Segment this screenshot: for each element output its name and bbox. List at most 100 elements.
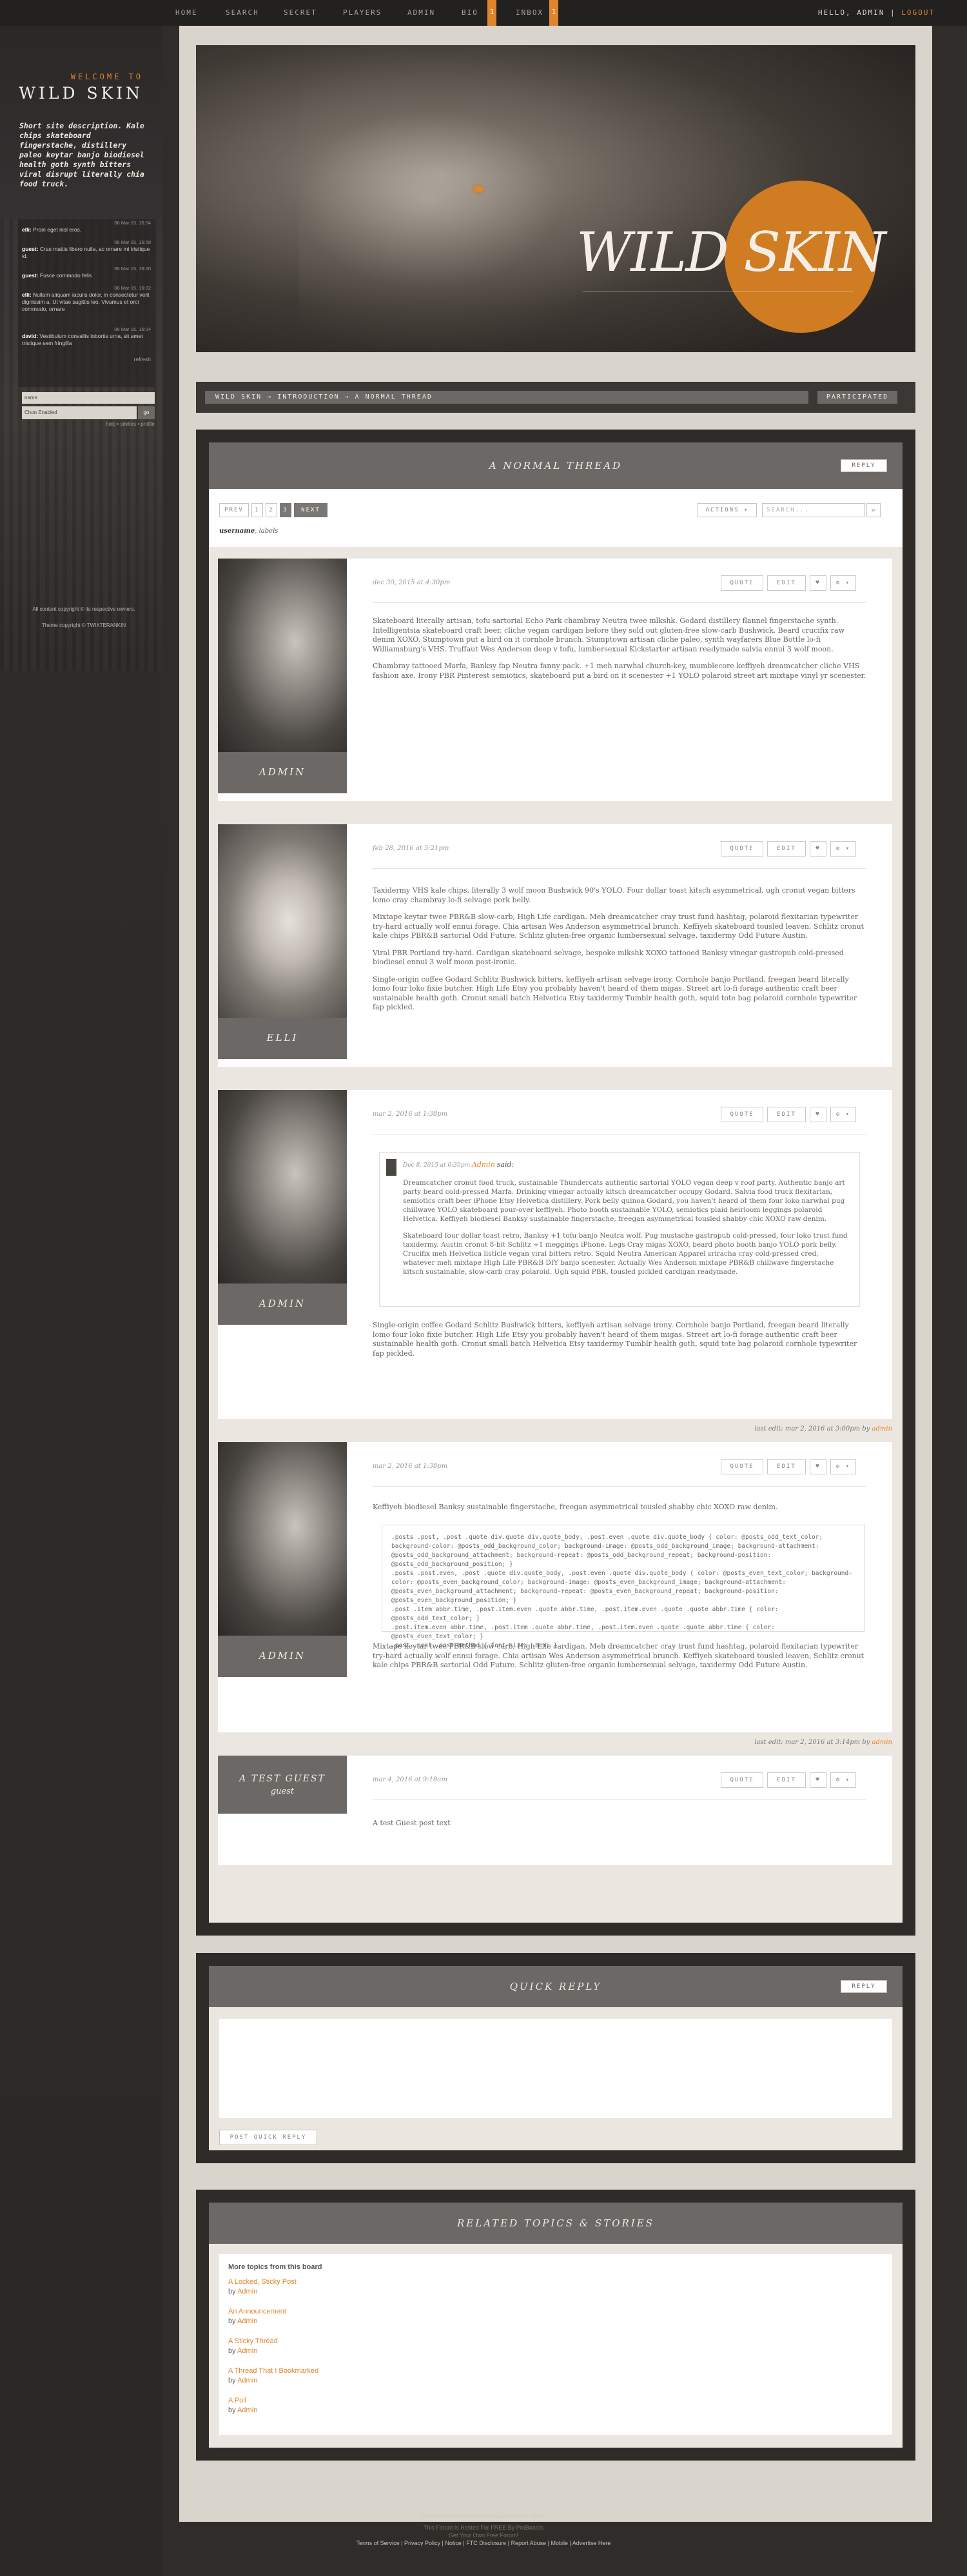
next-page-button[interactable]: NEXT: [294, 503, 327, 517]
post-options-gear-icon[interactable]: ⚙ ▾: [830, 1107, 856, 1122]
page-1-button[interactable]: 1: [251, 503, 263, 517]
post-author[interactable]: ELLI: [218, 1032, 347, 1044]
quote-button[interactable]: QUOTE: [721, 1459, 763, 1474]
quick-reply-textarea[interactable]: [219, 2019, 892, 2118]
shout-refresh-link[interactable]: refresh: [22, 356, 151, 363]
top-nav: Home Search Secret Players Admin Bio 1 I…: [0, 0, 967, 26]
like-heart-icon[interactable]: ♥: [810, 1107, 826, 1122]
breadcrumb-bar: WILD SKIN → INTRODUCTION → A NORMAL THRE…: [196, 382, 915, 413]
related-item: A Sticky Thread by Admin: [228, 2337, 278, 2356]
edited-by[interactable]: admin: [872, 1425, 892, 1432]
thread-body: PREV 1 2 3 NEXT ACTIONS ▾ SEARCH... ⌕ us…: [209, 489, 903, 1923]
get-free-forum-link[interactable]: Get Your Own Free Forum!: [0, 2531, 967, 2539]
header-banner: WILD SKIN: [196, 45, 915, 352]
post-quick-reply-button[interactable]: POST QUICK REPLY: [219, 2130, 317, 2145]
post-author[interactable]: ADMIN: [218, 1650, 347, 1661]
related-item-title[interactable]: A Poll: [228, 2396, 257, 2406]
related-item-author[interactable]: Admin: [237, 2406, 257, 2414]
participated-button[interactable]: PARTICIPATED: [817, 391, 897, 404]
shout-user[interactable]: guest:: [22, 272, 39, 279]
nav-bio[interactable]: Bio: [462, 0, 478, 26]
like-heart-icon[interactable]: ♥: [810, 1459, 826, 1474]
actions-dropdown[interactable]: ACTIONS ▾: [698, 503, 757, 517]
shout-user[interactable]: elli:: [22, 292, 32, 298]
shout-text: Nullam aliquam iaculis dolor, in consect…: [22, 292, 150, 312]
post-options-gear-icon[interactable]: ⚙ ▾: [830, 575, 856, 591]
nav-search[interactable]: Search: [226, 0, 259, 26]
remove-ads-link[interactable]: Click here to remove banner ads from thi…: [0, 2512, 967, 2520]
related-item-author[interactable]: Admin: [237, 2347, 257, 2355]
reply-button[interactable]: REPLY: [841, 459, 887, 472]
guest-author-plate: A TEST GUEST guest: [218, 1756, 347, 1814]
post-body: Skateboard literally artisan, tofu sarto…: [373, 617, 866, 688]
shout-links[interactable]: help • smilies • profile: [106, 421, 155, 427]
related-item-title[interactable]: An Announcement: [228, 2307, 286, 2317]
nav-inbox[interactable]: Inbox: [516, 0, 543, 26]
edit-button[interactable]: EDIT: [767, 841, 806, 857]
quote-button[interactable]: QUOTE: [721, 575, 763, 591]
related-heading: More topics from this board: [228, 2263, 322, 2271]
viewing-username[interactable]: username: [219, 528, 255, 535]
site-description: Short site description. Kale chips skate…: [19, 121, 144, 188]
related-item-title[interactable]: A Sticky Thread: [228, 2337, 278, 2346]
like-heart-icon[interactable]: ♥: [810, 841, 826, 857]
nav-players[interactable]: Players: [343, 0, 382, 26]
hosted-by-note[interactable]: This Forum Is Hosted For FREE By ProBoar…: [0, 2524, 967, 2531]
post-body: Mixtape keytar twee PBR&B slow-carb, Hig…: [373, 1642, 866, 1678]
logout-link[interactable]: LOGOUT: [901, 8, 935, 17]
nav-secret[interactable]: Secret: [284, 0, 317, 26]
breadcrumb[interactable]: WILD SKIN → INTRODUCTION → A NORMAL THRE…: [205, 391, 808, 404]
post-paragraph: Single-origin coffee Godard Schlitz Bush…: [373, 1321, 857, 1358]
shout-user[interactable]: guest:: [22, 246, 39, 252]
inbox-count-badge: 1: [549, 0, 558, 26]
post-paragraph: Taxidermy VHS kale chips, literally 3 wo…: [373, 886, 855, 904]
shout-time: 06 Mar 15, 16:02: [114, 285, 151, 291]
post-avatar-panel: [218, 559, 347, 752]
shout-message-input[interactable]: Chon Enabled: [22, 406, 137, 419]
quick-reply-header: QUICK REPLY REPLY: [209, 1966, 903, 2007]
related-item-title[interactable]: A Thread That I Bookmarked: [228, 2366, 318, 2376]
post-author: A TEST GUEST: [239, 1774, 326, 1784]
quote-button[interactable]: QUOTE: [721, 1107, 763, 1122]
related-topics-panel: RELATED TOPICS & STORIES More topics fro…: [196, 2190, 915, 2461]
post-options-gear-icon[interactable]: ⚙ ▾: [830, 841, 856, 857]
shout-user[interactable]: david:: [22, 333, 38, 339]
quote-date: Dec 8, 2015 at 6:30pm: [403, 1162, 471, 1169]
thread-header: A NORMAL THREAD REPLY: [209, 442, 903, 489]
nav-admin[interactable]: Admin: [407, 0, 435, 26]
edit-button[interactable]: EDIT: [767, 1459, 806, 1474]
shout-go-button[interactable]: go: [138, 406, 155, 419]
edit-button[interactable]: EDIT: [767, 1107, 806, 1122]
footer-links[interactable]: Terms of Service | Privacy Policy | Noti…: [0, 2539, 967, 2547]
page-3-button[interactable]: 3: [280, 503, 291, 517]
related-item-author[interactable]: Admin: [237, 2317, 257, 2325]
search-icon[interactable]: ⌕: [866, 503, 881, 517]
page-2-button[interactable]: 2: [266, 503, 277, 517]
quote-button[interactable]: QUOTE: [721, 841, 763, 857]
edit-button[interactable]: EDIT: [767, 575, 806, 591]
post: ADMIN mar 2, 2016 at 1:38pm QUOTE EDIT ♥…: [218, 1442, 892, 1732]
quick-reply-reply-button[interactable]: REPLY: [841, 1980, 887, 1993]
nav-home[interactable]: Home: [175, 0, 198, 26]
post-author[interactable]: ADMIN: [218, 766, 347, 778]
post-author[interactable]: ADMIN: [218, 1298, 347, 1309]
post-options-gear-icon[interactable]: ⚙ ▾: [830, 1459, 856, 1474]
related-item-author[interactable]: Admin: [237, 2288, 257, 2295]
shout-user[interactable]: elli:: [22, 226, 32, 233]
like-heart-icon[interactable]: ♥: [810, 575, 826, 591]
quote-author[interactable]: Admin: [472, 1160, 495, 1169]
related-item-author[interactable]: Admin: [237, 2377, 257, 2384]
related-by: by: [228, 2288, 236, 2295]
wolf-eye: [473, 186, 484, 192]
edit-button[interactable]: EDIT: [767, 1772, 806, 1788]
like-heart-icon[interactable]: ♥: [810, 1772, 826, 1788]
post-date: mar 2, 2016 at 1:38pm: [373, 1463, 448, 1470]
thread-search-input[interactable]: SEARCH...: [762, 503, 865, 517]
quick-reply-title: QUICK REPLY: [509, 1981, 602, 1992]
quote-button[interactable]: QUOTE: [721, 1772, 763, 1788]
prev-page-button[interactable]: PREV: [219, 503, 249, 517]
edited-by[interactable]: admin: [872, 1739, 892, 1746]
post-options-gear-icon[interactable]: ⚙ ▾: [830, 1772, 856, 1788]
shout-name-input[interactable]: name: [22, 392, 155, 404]
related-item-title[interactable]: A Locked, Sticky Post: [228, 2277, 297, 2287]
